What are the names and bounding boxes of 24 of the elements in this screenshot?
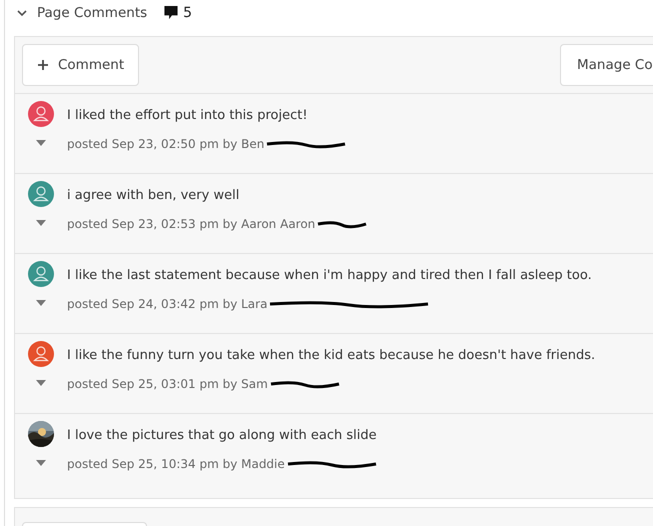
chevron-icon[interactable] [17,8,27,18]
comment-text: I liked the effort put into this project! [67,108,309,123]
comment-meta: posted Sep 24, 03:42 pm by Lara [67,297,268,311]
comment-meta: posted Sep 25, 03:01 pm by Sam [67,377,268,391]
comment-text: I like the funny turn you take when the kid eats because he doesn't have friends. [67,348,596,363]
redaction-scribble [317,219,368,229]
manage-comments-button[interactable]: Manage Co [560,44,653,86]
dropdown-caret-icon[interactable] [36,460,46,466]
redaction-scribble [270,379,340,389]
add-comment-button[interactable]: Comment [22,44,140,86]
comment-text: i agree with ben, very well [67,188,240,203]
dropdown-caret-icon[interactable] [36,220,46,226]
dropdown-caret-icon[interactable] [36,300,46,306]
comment-text: I like the last statement because when i'm happy and tired then I fall asleep too. [67,268,592,283]
plus-icon [37,59,49,71]
comment-meta: posted Sep 23, 02:50 pm by Ben [67,137,264,151]
speech-bubble-icon [163,5,180,20]
comment-count: 5 [183,4,192,20]
dropdown-caret-icon[interactable] [36,140,46,146]
comment-meta: posted Sep 25, 10:34 pm by Maddie [67,457,285,471]
comment-text: I love the pictures that go along with each slide [67,428,377,443]
section-title: Page Comments [37,4,148,20]
dropdown-caret-icon[interactable] [36,380,46,386]
comment-meta: posted Sep 23, 02:53 pm by Aaron Aaron [67,217,316,231]
